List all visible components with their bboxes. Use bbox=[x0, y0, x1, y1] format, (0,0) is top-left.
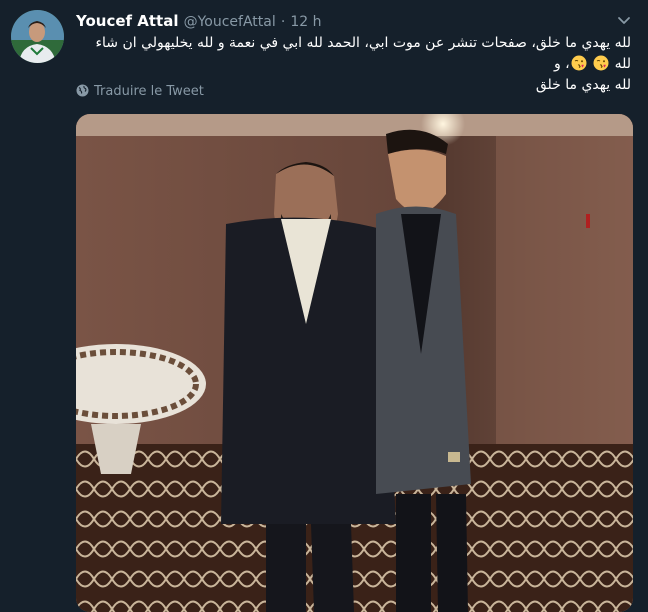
globe-icon bbox=[76, 84, 89, 97]
tweet-text-part-1: لله يهدي ما خلق، صفحات تنشر عن موت ابي، … bbox=[95, 35, 631, 72]
chevron-down-icon[interactable] bbox=[614, 10, 634, 30]
tweet-photo[interactable] bbox=[76, 114, 633, 612]
kissing-face-emoji bbox=[571, 55, 587, 71]
translate-link[interactable]: Traduire le Tweet bbox=[76, 84, 204, 102]
tweet[interactable]: Youcef Attal @YoucefAttal · 12 h لله يهد… bbox=[0, 0, 648, 612]
author-name[interactable]: Youcef Attal bbox=[76, 12, 179, 30]
kissing-face-emoji bbox=[593, 55, 609, 71]
tweet-header: Youcef Attal @YoucefAttal · 12 h bbox=[76, 11, 608, 31]
author-handle[interactable]: @YoucefAttal bbox=[184, 14, 276, 30]
separator-dot: · bbox=[280, 14, 286, 30]
translate-label[interactable]: Traduire le Tweet bbox=[94, 84, 204, 99]
avatar[interactable] bbox=[11, 10, 64, 63]
tweet-time[interactable]: 12 h bbox=[290, 14, 321, 30]
tweet-text-line-1: لله يهدي ما خلق، صفحات تنشر عن موت ابي، … bbox=[95, 35, 631, 72]
tweet-text-part-2: و bbox=[553, 56, 561, 72]
